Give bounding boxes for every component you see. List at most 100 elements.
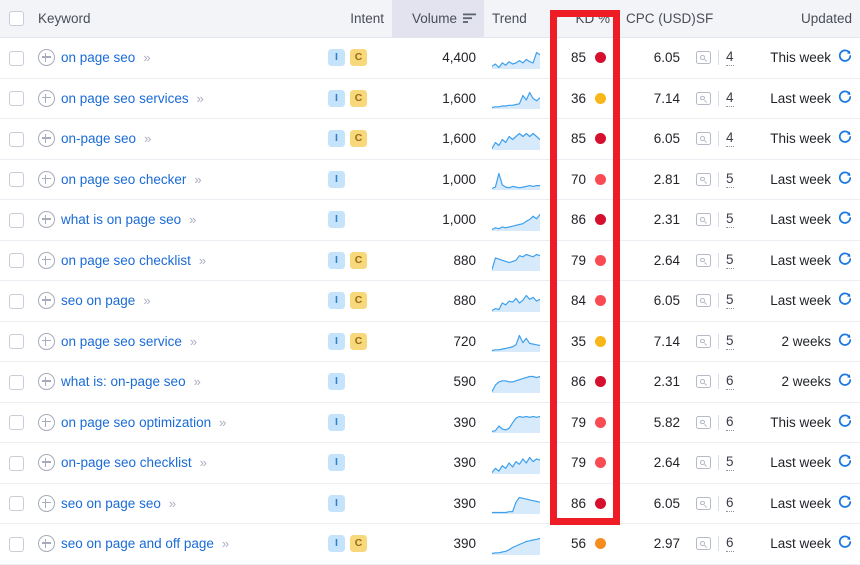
- column-header-volume[interactable]: Volume: [392, 0, 484, 38]
- double-chevron-right-icon[interactable]: »: [143, 293, 150, 308]
- column-header-sf[interactable]: SF: [688, 0, 758, 38]
- serp-feature-icon[interactable]: [696, 537, 711, 551]
- serp-feature-icon[interactable]: [696, 375, 711, 389]
- serp-feature-icon[interactable]: [696, 334, 711, 348]
- refresh-button[interactable]: [838, 333, 852, 350]
- serp-feature-icon[interactable]: [696, 172, 711, 186]
- sf-count[interactable]: 5: [726, 454, 734, 472]
- row-checkbox[interactable]: [9, 293, 24, 309]
- column-header-intent[interactable]: Intent: [320, 0, 392, 38]
- refresh-icon[interactable]: [838, 130, 852, 144]
- row-checkbox[interactable]: [9, 212, 24, 228]
- sf-count[interactable]: 6: [726, 373, 734, 391]
- table-row[interactable]: on page seo optimization » I 390 79 5.82 6 This…: [0, 402, 860, 443]
- serp-feature-icon[interactable]: [696, 415, 711, 429]
- table-row[interactable]: seo on page seo » I 390 86 6.05 6 Last week: [0, 483, 860, 524]
- refresh-icon[interactable]: [838, 495, 852, 509]
- intent-badge-c[interactable]: C: [350, 130, 367, 148]
- table-row[interactable]: on page seo services » I C 1,600 36 7.14 4 Last …: [0, 78, 860, 119]
- row-checkbox[interactable]: [9, 50, 24, 66]
- intent-badge-i[interactable]: I: [328, 494, 345, 512]
- column-header-kd[interactable]: KD %: [550, 0, 618, 38]
- intent-badge-c[interactable]: C: [350, 535, 367, 553]
- refresh-icon[interactable]: [838, 171, 852, 185]
- sf-count[interactable]: 6: [726, 535, 734, 553]
- serp-feature-icon[interactable]: [696, 253, 711, 267]
- keyword-link[interactable]: on page seo optimization: [61, 415, 211, 430]
- refresh-icon[interactable]: [838, 211, 852, 225]
- intent-badge-i[interactable]: I: [328, 49, 345, 67]
- table-row[interactable]: what is: on-page seo » I 590 86 2.31 6 2 weeks: [0, 361, 860, 403]
- keyword-link[interactable]: on-page seo checklist: [61, 455, 192, 470]
- refresh-icon[interactable]: [838, 49, 852, 63]
- table-row[interactable]: on-page seo » I C 1,600 85 6.05 4 This week: [0, 118, 860, 160]
- table-row[interactable]: on page seo checker » I 1,000 70 2.81 5 Last we…: [0, 159, 860, 200]
- sf-count[interactable]: 4: [726, 130, 734, 148]
- refresh-button[interactable]: [838, 414, 852, 431]
- refresh-button[interactable]: [838, 211, 852, 228]
- refresh-icon[interactable]: [838, 252, 852, 266]
- sf-count[interactable]: 5: [726, 292, 734, 310]
- row-checkbox[interactable]: [9, 415, 24, 431]
- table-row[interactable]: seo on page and off page » I C 390 56 2.97 6 Las…: [0, 523, 860, 565]
- serp-feature-icon[interactable]: [696, 91, 711, 105]
- intent-badge-c[interactable]: C: [350, 89, 367, 107]
- table-row[interactable]: on page seo checklist » I C 880 79 2.64 5 Last w…: [0, 240, 860, 281]
- double-chevron-right-icon[interactable]: »: [200, 455, 207, 470]
- serp-feature-icon[interactable]: [696, 132, 711, 146]
- intent-badge-i[interactable]: I: [328, 535, 345, 553]
- refresh-button[interactable]: [838, 292, 852, 309]
- refresh-icon[interactable]: [838, 454, 852, 468]
- sf-count[interactable]: 5: [726, 252, 734, 269]
- table-row[interactable]: on page seo » I C 4,400 85 6.05 4 This week: [0, 37, 860, 79]
- refresh-icon[interactable]: [838, 333, 852, 347]
- row-checkbox[interactable]: [9, 455, 24, 471]
- table-row[interactable]: seo on page » I C 880 84 6.05 5 Last week: [0, 280, 860, 322]
- keyword-link[interactable]: on page seo: [61, 50, 135, 65]
- keyword-link[interactable]: on page seo checklist: [61, 253, 191, 268]
- plus-circle-icon[interactable]: [38, 535, 55, 553]
- intent-badge-i[interactable]: I: [328, 292, 345, 310]
- intent-badge-i[interactable]: I: [328, 170, 345, 188]
- plus-circle-icon[interactable]: [38, 292, 55, 310]
- double-chevron-right-icon[interactable]: »: [190, 334, 197, 349]
- double-chevron-right-icon[interactable]: »: [194, 172, 201, 187]
- keyword-link[interactable]: what is on page seo: [61, 212, 181, 227]
- column-header-cpc[interactable]: CPC (USD): [618, 0, 696, 38]
- keyword-link[interactable]: seo on page and off page: [61, 536, 214, 551]
- row-checkbox[interactable]: [9, 131, 24, 147]
- refresh-button[interactable]: [838, 495, 852, 512]
- row-checkbox[interactable]: [9, 91, 24, 107]
- serp-feature-icon[interactable]: [696, 496, 711, 510]
- plus-circle-icon[interactable]: [38, 211, 55, 229]
- column-header-trend[interactable]: Trend: [484, 0, 550, 38]
- double-chevron-right-icon[interactable]: »: [199, 253, 206, 268]
- intent-badge-i[interactable]: I: [328, 130, 345, 148]
- refresh-button[interactable]: [838, 49, 852, 66]
- double-chevron-right-icon[interactable]: »: [197, 91, 204, 106]
- plus-circle-icon[interactable]: [38, 332, 55, 350]
- plus-circle-icon[interactable]: [38, 49, 55, 67]
- refresh-button[interactable]: [838, 252, 852, 269]
- row-checkbox[interactable]: [9, 172, 24, 188]
- refresh-icon[interactable]: [838, 90, 852, 104]
- double-chevron-right-icon[interactable]: »: [219, 415, 226, 430]
- double-chevron-right-icon[interactable]: »: [169, 496, 176, 511]
- plus-circle-icon[interactable]: [38, 494, 55, 512]
- intent-badge-i[interactable]: I: [328, 413, 345, 431]
- row-checkbox[interactable]: [9, 496, 24, 512]
- refresh-button[interactable]: [838, 171, 852, 188]
- refresh-button[interactable]: [838, 373, 852, 390]
- refresh-icon[interactable]: [838, 414, 852, 428]
- keyword-link[interactable]: what is: on-page seo: [61, 374, 186, 389]
- intent-badge-i[interactable]: I: [328, 454, 345, 472]
- column-header-updated[interactable]: Updated: [758, 0, 860, 38]
- sf-count[interactable]: 5: [726, 171, 734, 188]
- serp-feature-icon[interactable]: [696, 51, 711, 65]
- keyword-link[interactable]: on page seo service: [61, 334, 182, 349]
- intent-badge-i[interactable]: I: [328, 373, 345, 391]
- double-chevron-right-icon[interactable]: »: [222, 536, 229, 551]
- row-checkbox[interactable]: [9, 536, 24, 552]
- intent-badge-c[interactable]: C: [350, 251, 367, 269]
- row-checkbox[interactable]: [9, 334, 24, 350]
